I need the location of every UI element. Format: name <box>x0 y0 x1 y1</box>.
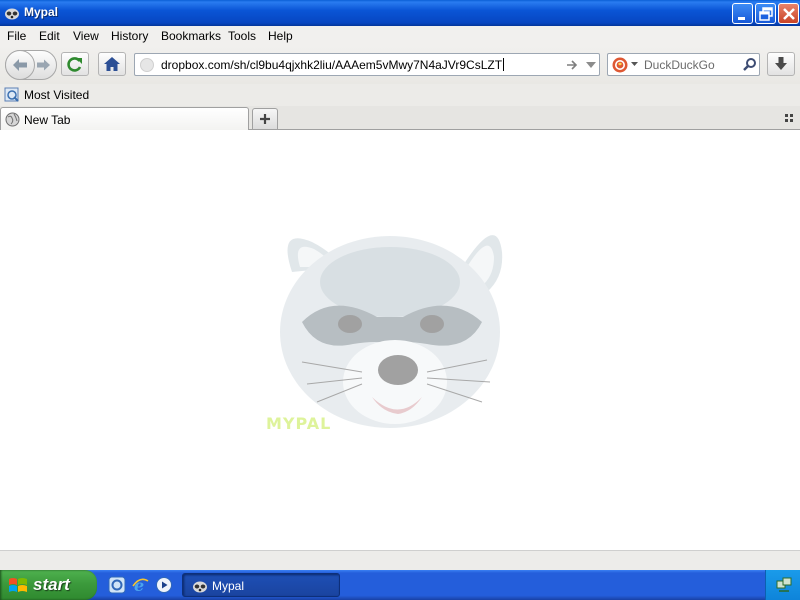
reload-button[interactable] <box>61 52 89 76</box>
bookmark-most-visited[interactable]: Most Visited <box>24 88 89 102</box>
new-tab-button[interactable] <box>252 108 278 129</box>
search-icon[interactable] <box>742 57 757 72</box>
tab-new-tab[interactable]: New Tab <box>0 107 249 130</box>
bookmarks-toolbar: Most Visited <box>0 84 800 106</box>
status-bar <box>0 550 800 570</box>
window-title: Mypal <box>24 5 59 19</box>
system-tray <box>765 570 800 600</box>
forward-icon <box>37 59 50 71</box>
windows-logo-icon <box>9 578 27 592</box>
home-button[interactable] <box>98 52 126 76</box>
reload-icon <box>67 57 82 72</box>
forward-button[interactable] <box>34 56 54 74</box>
dropdown-icon[interactable] <box>585 59 597 71</box>
url-text: dropbox.com/sh/cl9bu4qjxhk2liu/AAAem5vMw… <box>161 58 503 72</box>
network-tray-icon[interactable] <box>776 577 792 593</box>
taskbar: start e Mypal <box>0 570 800 600</box>
chevron-down-icon[interactable] <box>631 62 638 67</box>
search-placeholder: DuckDuckGo <box>644 58 715 72</box>
search-bar[interactable]: DuckDuckGo <box>607 53 760 76</box>
menu-history[interactable]: History <box>111 29 148 43</box>
globe-icon <box>5 112 20 127</box>
menu-help[interactable]: Help <box>268 29 293 43</box>
url-bar[interactable]: dropbox.com/sh/cl9bu4qjxhk2liu/AAAem5vMw… <box>134 53 600 76</box>
menu-view[interactable]: View <box>73 29 99 43</box>
search-engine-icon[interactable] <box>612 57 628 73</box>
restore-icon <box>759 7 773 21</box>
start-button[interactable]: start <box>0 570 97 600</box>
minimize-icon <box>738 17 745 20</box>
back-icon <box>13 59 27 71</box>
watermark-logo-text: MYPAL <box>266 414 332 433</box>
text-caret <box>503 58 505 71</box>
menu-bar: File Edit View History Bookmarks Tools H… <box>0 26 800 46</box>
tab-list-icon[interactable] <box>784 113 794 123</box>
taskbar-button-mypal[interactable]: Mypal <box>182 573 340 597</box>
plus-icon <box>260 114 270 124</box>
media-player-icon[interactable] <box>155 576 173 594</box>
taskbar-button-label: Mypal <box>212 579 245 593</box>
menu-file[interactable]: File <box>7 29 26 43</box>
mypal-app-icon <box>193 581 207 593</box>
back-button[interactable] <box>5 50 35 80</box>
raccoon-mascot-image <box>280 235 503 428</box>
home-icon <box>104 57 120 71</box>
go-arrow-icon[interactable] <box>565 58 579 72</box>
internet-explorer-icon[interactable]: e <box>131 576 149 594</box>
download-icon <box>775 57 787 70</box>
close-button[interactable] <box>778 3 799 24</box>
menu-tools[interactable]: Tools <box>228 29 256 43</box>
menu-edit[interactable]: Edit <box>39 29 60 43</box>
restore-button[interactable] <box>755 3 776 24</box>
tab-label: New Tab <box>24 113 71 127</box>
quick-launch-app-icon[interactable] <box>108 576 126 594</box>
minimize-button[interactable] <box>732 3 753 24</box>
page-content: MYPAL <box>0 130 800 550</box>
site-identity-icon[interactable] <box>140 58 154 72</box>
most-visited-folder-icon <box>4 87 19 102</box>
tab-strip: New Tab <box>0 106 800 130</box>
menu-bookmarks[interactable]: Bookmarks <box>161 29 221 43</box>
title-bar[interactable]: Mypal <box>0 0 800 26</box>
mypal-app-icon <box>5 8 19 20</box>
downloads-button[interactable] <box>767 52 795 76</box>
close-icon <box>783 8 795 20</box>
start-label: start <box>33 575 70 594</box>
